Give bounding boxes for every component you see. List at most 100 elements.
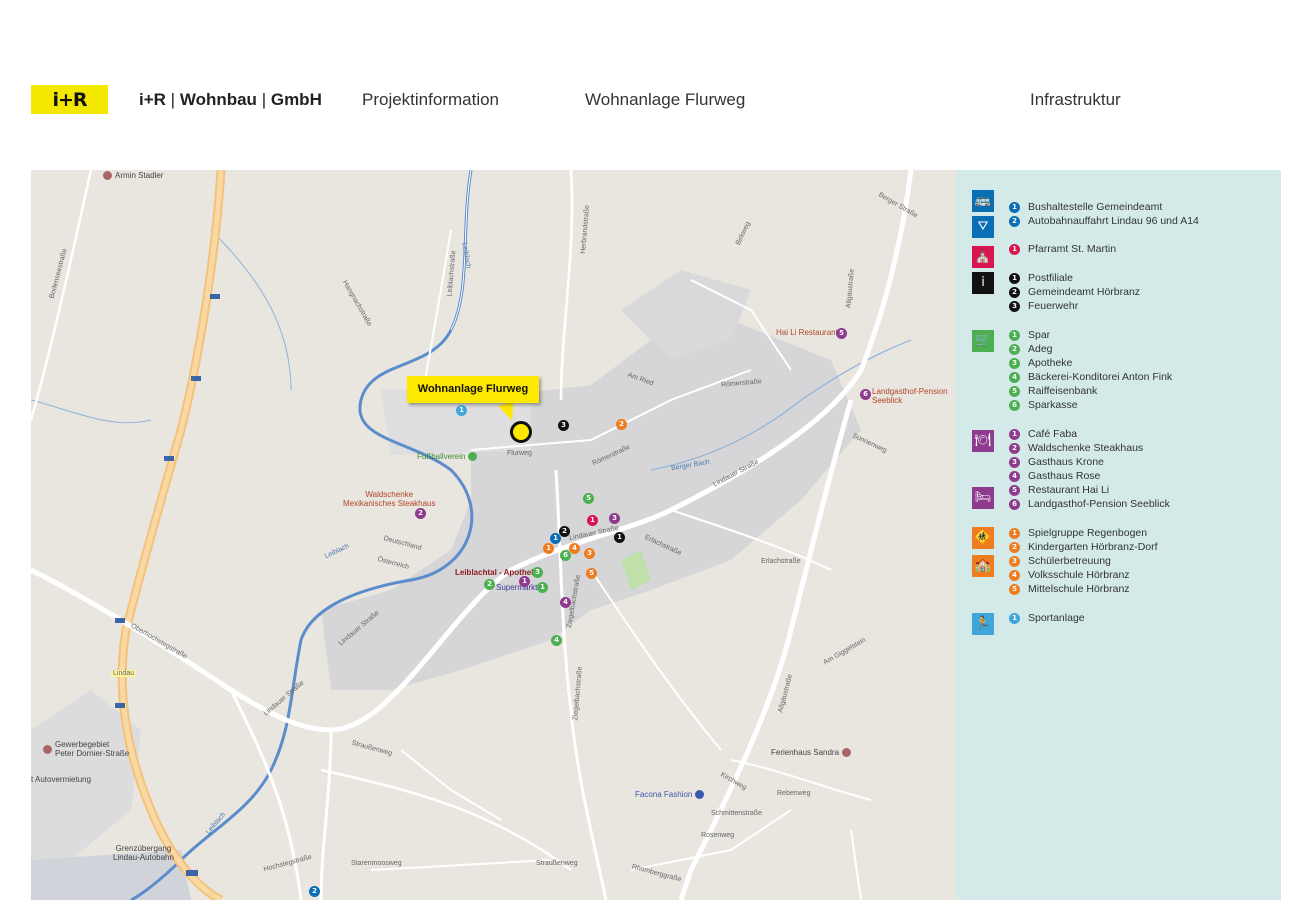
- company-name: i+R | Wohnbau | GmbH: [139, 90, 322, 110]
- legend-item: 1 Sportanlage: [1009, 611, 1085, 625]
- place-label: Gewerbegebiet: [55, 740, 110, 749]
- legend-number: 3: [1009, 555, 1020, 567]
- infrastruktur-heading: Infrastruktur: [1030, 90, 1121, 109]
- legend-item: 4 Bäckerei-Konditorei Anton Fink: [1009, 370, 1172, 384]
- legend-number: 1: [1009, 243, 1020, 255]
- company-logo: i+R: [31, 85, 108, 114]
- map-marker[interactable]: 3: [532, 567, 543, 578]
- legend-number: 6: [1009, 498, 1020, 510]
- legend-number: 5: [1009, 385, 1020, 397]
- legend-label: Pfarramt St. Martin: [1028, 243, 1117, 255]
- map-marker[interactable]: 5: [836, 328, 847, 339]
- place-label: Lindau-Autobahn: [113, 853, 174, 862]
- legend-label: Bushaltestelle Gemeindeamt: [1028, 201, 1163, 213]
- map-marker[interactable]: 5: [586, 568, 597, 579]
- map-marker[interactable]: 4: [569, 543, 580, 554]
- project-location-marker[interactable]: [510, 421, 532, 443]
- map-marker[interactable]: 4: [551, 635, 562, 646]
- map-marker[interactable]: 3: [584, 548, 595, 559]
- page-header: i+R i+R | Wohnbau | GmbH Projektinformat…: [31, 85, 1281, 115]
- map-marker[interactable]: 2: [309, 886, 320, 897]
- map-marker[interactable]: 3: [558, 420, 569, 431]
- place-ferienhaus: Ferienhaus Sandra: [771, 748, 852, 757]
- place-label: Seeblick: [872, 396, 903, 405]
- map-marker[interactable]: 1: [543, 543, 554, 554]
- legend-item: 5 Restaurant Hai Li: [1009, 483, 1109, 497]
- legend-item: 1 Café Faba: [1009, 427, 1077, 441]
- legend-label: Sparkasse: [1028, 399, 1078, 411]
- legend-number: 4: [1009, 371, 1020, 383]
- legend-label: Autobahnauffahrt Lindau 96 und A14: [1028, 215, 1199, 227]
- legend-number: 1: [1009, 329, 1020, 341]
- separator: |: [261, 90, 267, 109]
- map-marker[interactable]: 3: [609, 513, 620, 524]
- child-icon: 🚸: [972, 527, 994, 549]
- legend-item: 3 Gasthaus Krone: [1009, 455, 1104, 469]
- map-marker[interactable]: 1: [537, 582, 548, 593]
- place-label: Leiblachtal - Apotheke: [455, 568, 541, 577]
- map-marker[interactable]: 1: [614, 532, 625, 543]
- map-marker[interactable]: 5: [583, 493, 594, 504]
- map-marker[interactable]: 1: [456, 405, 467, 416]
- place-label: Mexikanisches Steakhaus: [343, 499, 436, 508]
- place-autovermietung: t Autovermietung: [31, 775, 91, 784]
- legend-number: 1: [1009, 201, 1020, 213]
- legend-number: 2: [1009, 215, 1020, 227]
- place-fussballverein: Fußballverein: [417, 452, 478, 461]
- street-label: Rebenweg: [777, 790, 811, 797]
- highway-icon: ⛛: [972, 216, 994, 238]
- map-base: [31, 170, 914, 900]
- map-marker[interactable]: 2: [484, 579, 495, 590]
- place-supermarkt: Supermarkt: [496, 583, 537, 592]
- place-label: Fußballverein: [417, 452, 466, 461]
- legend-number: 1: [1009, 272, 1020, 284]
- legend-label: Landgasthof-Pension Seeblick: [1028, 498, 1170, 510]
- map-marker[interactable]: 1: [519, 576, 530, 587]
- legend-label: Spar: [1028, 329, 1051, 341]
- legend-label: Postfiliale: [1028, 272, 1073, 284]
- map-marker[interactable]: 4: [560, 597, 571, 608]
- legend-item: 1 Pfarramt St. Martin: [1009, 242, 1116, 256]
- legend-item: 3 Feuerwehr: [1009, 299, 1078, 313]
- legend-label: Volksschule Hörbranz: [1028, 569, 1130, 581]
- legend-number: 6: [1009, 399, 1020, 411]
- street-label: Schmittenstraße: [711, 810, 762, 817]
- legend-number: 3: [1009, 456, 1020, 468]
- place-hai-li: Hai Li Restaurant: [776, 328, 838, 337]
- place-label: Supermarkt: [496, 583, 538, 592]
- legend-label: Gasthaus Krone: [1028, 456, 1104, 468]
- place-label: Waldschenke: [365, 490, 414, 499]
- company-name-gmbh: GmbH: [270, 90, 322, 109]
- street-label: Flurweg: [507, 450, 532, 457]
- soccer-pin-icon: [468, 452, 478, 461]
- legend-item: 1 Postfiliale: [1009, 271, 1073, 285]
- map-marker[interactable]: 2: [415, 508, 426, 519]
- legend-number: 2: [1009, 442, 1020, 454]
- legend-number: 1: [1009, 527, 1020, 539]
- map-marker[interactable]: 6: [860, 389, 871, 400]
- place-label: Hai Li Restaurant: [776, 328, 838, 337]
- map-area[interactable]: Armin Stadler Hai Li Restaurant Landgast…: [31, 170, 956, 900]
- legend-item: 2 Kindergarten Hörbranz-Dorf: [1009, 540, 1158, 554]
- place-apotheke: Leiblachtal - Apotheke: [455, 568, 540, 577]
- legend-label: Feuerwehr: [1028, 300, 1079, 312]
- church-icon: ⛪: [972, 246, 994, 268]
- project-callout: Wohnanlage Flurweg: [407, 376, 539, 403]
- legend-number: 5: [1009, 484, 1020, 496]
- legend-item: 2 Waldschenke Steakhaus: [1009, 441, 1143, 455]
- projektinformation-heading: Projektinformation: [362, 90, 500, 109]
- legend-number: 2: [1009, 286, 1020, 298]
- legend-item: 6 Sparkasse: [1009, 398, 1078, 412]
- legend-number: 1: [1009, 428, 1020, 440]
- place-waldschenke: Waldschenke Mexikanisches Steakhaus: [343, 490, 436, 508]
- legend-label: Gasthaus Rose: [1028, 470, 1101, 482]
- map-marker[interactable]: 2: [616, 419, 627, 430]
- map-marker[interactable]: 1: [587, 515, 598, 526]
- street-label: Starenmoosweg: [351, 860, 402, 867]
- street-label: Lindau: [111, 670, 137, 677]
- place-label: Grenzübergang: [115, 844, 172, 853]
- map-marker[interactable]: 6: [560, 550, 571, 561]
- street-label: Rosenweg: [701, 832, 735, 839]
- map-marker[interactable]: 1: [550, 533, 561, 544]
- map-marker[interactable]: 2: [559, 526, 570, 537]
